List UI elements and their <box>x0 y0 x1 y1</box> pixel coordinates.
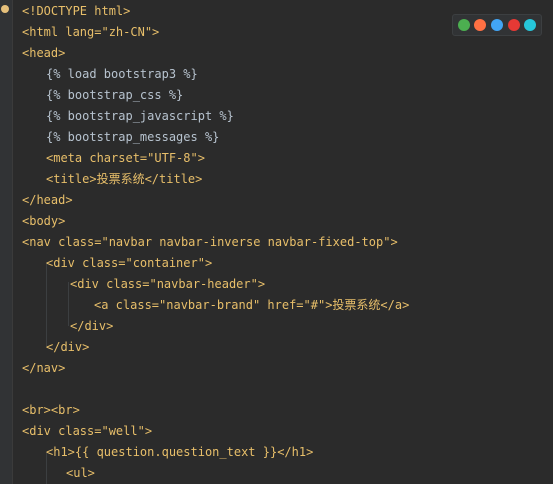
code-text: {% bootstrap_javascript %} <box>46 109 234 123</box>
code-text: <br><br> <box>22 403 80 417</box>
safari-icon[interactable] <box>490 19 503 31</box>
code-text: {% load bootstrap3 %} <box>46 67 198 81</box>
code-text: <head> <box>22 46 66 60</box>
code-text: </div> <box>46 340 90 354</box>
code-line: <ul> <box>66 463 95 483</box>
opera-icon[interactable] <box>507 19 520 31</box>
edge-icon[interactable] <box>524 19 537 31</box>
code-text: <h1>{{ question.question_text }}</h1> <box>46 445 314 459</box>
code-text: <body> <box>22 214 66 228</box>
code-text: </nav> <box>22 361 66 375</box>
code-text: <!DOCTYPE html> <box>22 4 131 18</box>
code-line: {% bootstrap_css %} <box>46 85 183 105</box>
code-line: <!DOCTYPE html> <box>22 1 130 21</box>
code-text: </head> <box>22 193 73 207</box>
code-line: <div class="container"> <box>46 253 212 273</box>
indent-guide <box>46 262 47 348</box>
code-line: <title>投票系统</title> <box>46 169 202 189</box>
code-text: {% bootstrap_messages %} <box>46 130 220 144</box>
code-line: <div class="well"> <box>22 421 152 441</box>
code-text: <ul> <box>66 466 95 480</box>
code-text: <title>投票系统</title> <box>46 172 203 186</box>
indent-guide <box>68 282 69 326</box>
code-line: <div class="navbar-header"> <box>70 274 265 294</box>
code-text: <div class="navbar-header"> <box>70 277 266 291</box>
firefox-icon[interactable] <box>474 19 487 31</box>
code-line: {% bootstrap_messages %} <box>46 127 219 147</box>
code-text: <meta charset="UTF-8"> <box>46 151 205 165</box>
code-text: </div> <box>70 319 114 333</box>
code-line: <h1>{{ question.question_text }}</h1> <box>46 442 313 462</box>
code-line: <head> <box>22 43 65 63</box>
code-text: <html lang="zh-CN"> <box>22 25 160 39</box>
code-line: </nav> <box>22 358 65 378</box>
browser-preview-toolbar <box>452 14 542 36</box>
code-text: <div class="well"> <box>22 424 153 438</box>
code-text: {% bootstrap_css %} <box>46 88 184 102</box>
code-area[interactable]: <!DOCTYPE html> <html lang="zh-CN"> <hea… <box>0 0 553 484</box>
code-line: <meta charset="UTF-8"> <box>46 148 205 168</box>
code-editor[interactable]: <!DOCTYPE html> <html lang="zh-CN"> <hea… <box>0 0 553 484</box>
code-line: {% load bootstrap3 %} <box>46 64 198 84</box>
code-line: </head> <box>22 190 73 210</box>
code-line: <a class="navbar-brand" href="#">投票系统</a… <box>94 295 409 315</box>
code-line: <html lang="zh-CN"> <box>22 22 159 42</box>
code-line: <br><br> <box>22 400 80 420</box>
code-line: </div> <box>70 316 113 336</box>
chrome-icon[interactable] <box>457 19 470 31</box>
code-text: <div class="container"> <box>46 256 213 270</box>
code-line: {% bootstrap_javascript %} <box>46 106 234 126</box>
code-line: <nav class="navbar navbar-inverse navbar… <box>22 232 398 252</box>
code-text: <a class="navbar-brand" href="#">投票系统</a… <box>94 298 410 312</box>
code-line: </div> <box>46 337 89 357</box>
code-text: <nav class="navbar navbar-inverse navbar… <box>22 235 398 249</box>
code-line: <body> <box>22 211 65 231</box>
